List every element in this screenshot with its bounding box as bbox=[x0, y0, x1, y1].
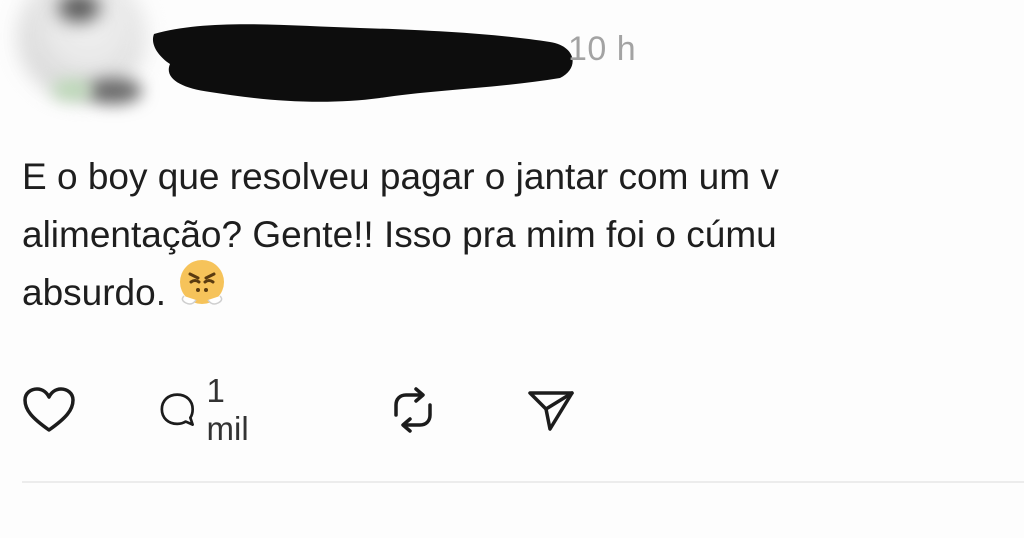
comment-bubble-icon bbox=[160, 393, 194, 426]
face-with-steam-from-nose-icon bbox=[176, 256, 228, 322]
post-divider bbox=[22, 481, 1024, 483]
send-icon bbox=[528, 391, 574, 431]
redacted-username bbox=[152, 24, 573, 102]
thread-post: 10 h E o boy que resolveu pagar o jantar… bbox=[0, 0, 1024, 538]
post-text-line-last: absurdo. bbox=[22, 259, 1024, 322]
like-button[interactable] bbox=[22, 380, 76, 440]
share-button[interactable] bbox=[524, 380, 578, 440]
post-timestamp: 10 h bbox=[568, 30, 637, 68]
reply-button[interactable]: 1 mil bbox=[158, 372, 260, 447]
repost-button[interactable] bbox=[386, 380, 440, 440]
post-text-line: alimentação? Gente!! Isso pra mim foi o … bbox=[22, 214, 777, 255]
post-text: E o boy que resolveu pagar o jantar com … bbox=[22, 148, 1024, 322]
reply-count: 1 mil bbox=[206, 372, 249, 447]
heart-icon bbox=[23, 387, 75, 432]
repost-icon bbox=[394, 387, 432, 433]
post-text-line: E o boy que resolveu pagar o jantar com … bbox=[22, 156, 779, 197]
post-text-line: absurdo. bbox=[22, 272, 166, 313]
